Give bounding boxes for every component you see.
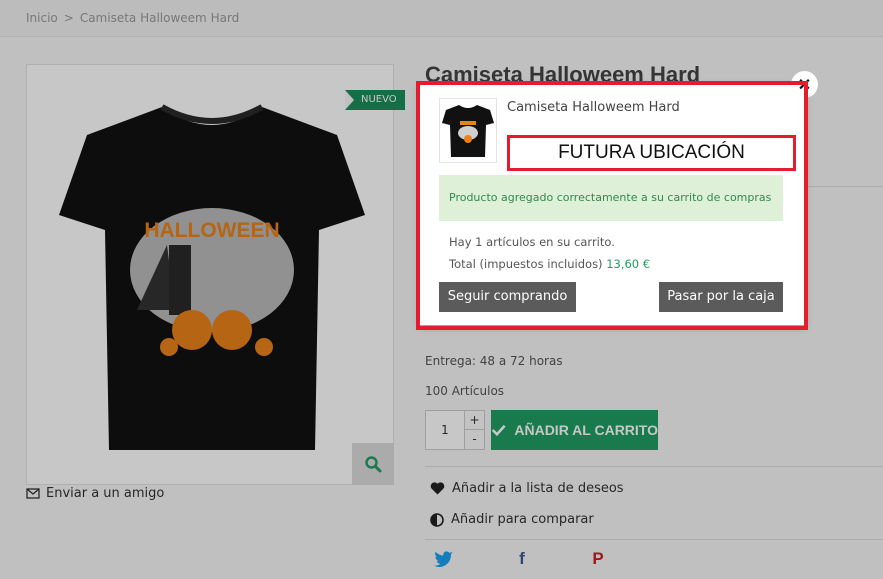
cart-total-label: Total (impuestos incluidos) bbox=[449, 257, 603, 271]
future-location-label: FUTURA UBICACIÓN bbox=[507, 135, 796, 171]
cart-confirmation-modal: Camiseta Halloweem Hard Producto agregad… bbox=[420, 85, 805, 325]
modal-product-name: Camiseta Halloweem Hard bbox=[507, 100, 680, 115]
cart-total: Total (impuestos incluidos) 13,60 € bbox=[449, 257, 650, 271]
modal-product-thumbnail bbox=[439, 98, 497, 163]
cart-total-value: 13,60 € bbox=[606, 257, 651, 271]
checkout-button[interactable]: Pasar por la caja bbox=[659, 282, 783, 312]
product-page: Inicio > Camiseta Halloweem Hard HALLOWEEN… bbox=[0, 0, 883, 579]
shirt-thumbnail-image bbox=[442, 105, 494, 157]
cart-item-count: Hay 1 artículos en su carrito. bbox=[449, 235, 615, 249]
close-icon[interactable]: ✕ bbox=[791, 71, 818, 98]
continue-shopping-button[interactable]: Seguir comprando bbox=[439, 282, 576, 312]
success-message: Producto agregado correctamente a su car… bbox=[439, 175, 783, 221]
